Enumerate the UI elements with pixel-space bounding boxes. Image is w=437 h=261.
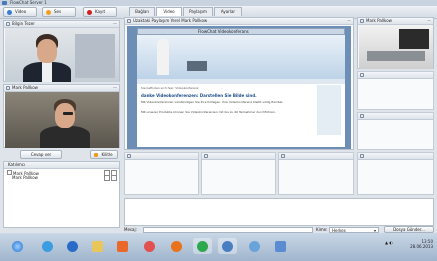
firefox-icon (171, 240, 182, 252)
video-app-icon (117, 240, 128, 252)
video-label: Mark Pallkow (12, 85, 38, 90)
tab-connect[interactable]: Bağlan (129, 7, 155, 16)
taskbar-app[interactable] (167, 238, 186, 254)
minimize-icon[interactable]: — (347, 18, 351, 24)
grid-icon (204, 154, 208, 158)
video-feed (359, 25, 433, 69)
grid-icon (360, 73, 364, 77)
record-icon (87, 10, 92, 15)
participants-header: Katılımcı (8, 162, 26, 167)
video-feed (5, 28, 119, 82)
taskbar-app[interactable] (88, 238, 107, 254)
send-file-button[interactable]: Dosya Gönder... (384, 226, 434, 233)
screen-share-panel: Uzaktaki Paylaşım Yerel Mark Pallkow — Fl… (124, 17, 354, 150)
media-icon (67, 240, 78, 252)
globe-icon (249, 240, 260, 252)
page-nav-bar (137, 79, 345, 84)
ie-icon (42, 240, 53, 252)
paint-icon (144, 240, 155, 252)
video-slot-empty (357, 112, 434, 150)
chrome-icon (197, 240, 208, 252)
checkbox[interactable] (111, 175, 117, 181)
lock-button[interactable]: Kilitle (90, 150, 118, 159)
browser-toolbar: FlowChat Videokonferans (137, 28, 345, 35)
tab-settings[interactable]: Ayarlar (214, 7, 242, 16)
taskbar-app[interactable] (193, 238, 212, 254)
taskbar-app[interactable] (113, 238, 132, 254)
video-button[interactable]: Video (3, 7, 37, 17)
minimize-icon[interactable]: — (427, 18, 431, 24)
video-slot-empty (357, 71, 434, 110)
tab-video[interactable]: Video (156, 7, 182, 16)
taskbar-app[interactable] (63, 238, 82, 254)
network-icon (222, 240, 233, 252)
tray-icons[interactable]: ▲ ◐ (385, 240, 397, 246)
page-sidebar (317, 85, 341, 135)
page-paragraph: Mit Videokonferenzen verständigen Sie Ih… (141, 100, 284, 104)
minimize-icon[interactable]: — (113, 85, 117, 91)
record-button[interactable]: Kayıt (83, 7, 117, 17)
hero-image (137, 35, 345, 79)
grid-icon (6, 22, 10, 26)
grid-icon (360, 19, 364, 23)
share-title: Uzaktaki Paylaşım Yerel Mark Pallkow (133, 18, 208, 23)
start-button[interactable] (8, 238, 27, 254)
explorer-icon (92, 240, 103, 252)
video-label: Bilgin Tezer (12, 21, 35, 26)
taskbar-app[interactable] (271, 238, 290, 254)
grid-icon (360, 154, 364, 158)
room-screen (399, 29, 429, 49)
grid-icon (127, 19, 131, 23)
grid-icon (6, 86, 10, 90)
microphone-icon (46, 10, 51, 15)
list-item[interactable]: Mark Pallkow (7, 175, 38, 180)
video-panel-local: Bilgin Tezer — (3, 20, 120, 82)
video-slot-empty (124, 152, 199, 195)
windows-start-icon (12, 240, 23, 252)
minimize-icon[interactable]: — (113, 21, 117, 27)
participants-panel: Katılımcı Mark Pallkow Mark Pallkow (3, 161, 120, 228)
video-slot-empty (357, 152, 434, 195)
taskbar-app[interactable] (140, 238, 159, 254)
taskbar-app[interactable] (245, 238, 264, 254)
video-panel-remote: Mark Pallkow — (3, 84, 120, 148)
answer-button[interactable]: Cevap ver (20, 150, 62, 159)
web-page: Sie befinden sich hier: Videokonferenz d… (137, 35, 345, 147)
taskbar-app[interactable] (38, 238, 57, 254)
video-label: Mark Pallkow (366, 18, 392, 23)
lock-icon (94, 153, 98, 157)
breadcrumb: Sie befinden sich hier: Videokonferenz (141, 86, 199, 90)
taskbar-app[interactable] (218, 238, 237, 254)
video-camera-icon (7, 10, 12, 15)
people-icon (275, 240, 286, 252)
video-panel-right: Mark Pallkow — (357, 17, 434, 69)
tab-sharing[interactable]: Paylaşım (183, 7, 213, 16)
video-slot-empty (201, 152, 276, 195)
laptop-image (187, 61, 207, 71)
checkbox[interactable] (104, 175, 110, 181)
clock-date: 28.06.2013 (410, 244, 433, 249)
browser-title: FlowChat Videokonferans (198, 29, 249, 34)
audio-button[interactable]: Ses (42, 7, 76, 17)
video-slot-empty (278, 152, 354, 195)
grid-icon (360, 114, 364, 118)
system-clock[interactable]: 13:50 28.06.2013 (410, 239, 433, 249)
grid-icon (281, 154, 285, 158)
page-paragraph: Mit unserer Produkte können Sie Videokon… (141, 110, 276, 114)
shared-screen: FlowChat Videokonferans Sie befinden sic… (127, 26, 351, 149)
video-feed (5, 92, 119, 148)
chat-log[interactable] (124, 198, 434, 226)
app-icon (2, 1, 7, 5)
grid-icon (127, 154, 131, 158)
page-heading: danke Videokonferenzen: Darstellen Sie B… (141, 93, 257, 98)
